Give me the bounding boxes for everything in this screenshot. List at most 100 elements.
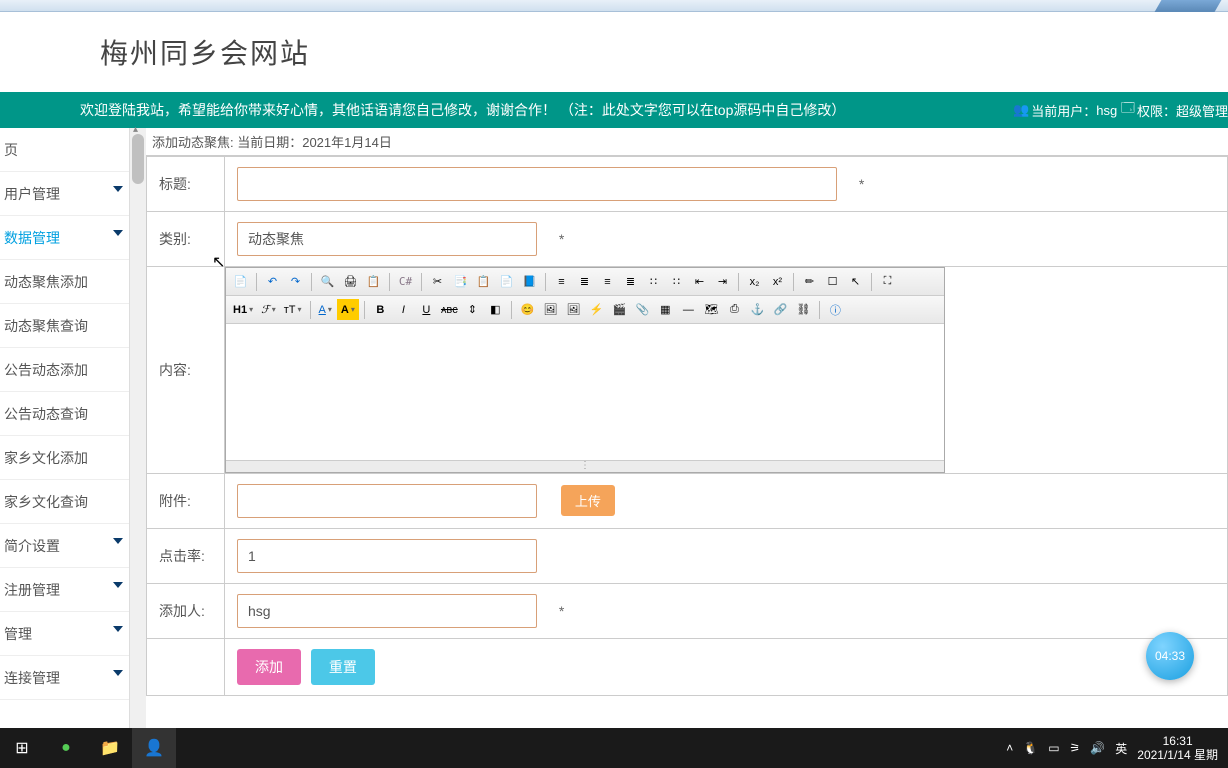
file-icon[interactable]: 📎 [632, 299, 653, 320]
window-titlebar [0, 0, 1228, 12]
taskbar[interactable]: ⊞ ● 📁 👤 ˄ 🐧 ▭ ⚞ 🔊 英 16:31 2021/1/14 星期 [0, 728, 1228, 768]
sidebar-item-0[interactable]: 页 [0, 128, 129, 172]
site-title: 梅州同乡会网站 [100, 32, 310, 72]
sidebar-item-2[interactable]: 数据管理 [0, 216, 129, 260]
sidebar-item-11[interactable]: 管理 [0, 612, 129, 656]
align-right-icon[interactable]: ≡ [597, 271, 618, 292]
editor-resize-handle[interactable]: ⋮ [226, 460, 944, 472]
list-ul-icon[interactable]: ∷ [666, 271, 687, 292]
print-icon[interactable]: 🖨 [340, 271, 361, 292]
code-icon[interactable]: C# [395, 271, 416, 292]
tray-wifi-icon[interactable]: ⚞ [1070, 741, 1081, 755]
multiimage-icon[interactable]: 🖼 [563, 299, 584, 320]
clearformat-icon[interactable]: ✏ [799, 271, 820, 292]
editor-toolbar-1: 📄 ↶ ↷ 🔍 🖨 📋 C# ✂ 📑 📋 📄 📘 [226, 268, 944, 296]
title-input[interactable] [237, 167, 837, 201]
fontfamily-select[interactable]: ℱ [258, 299, 279, 320]
cursor-icon[interactable]: ↖ [845, 271, 866, 292]
indent-icon[interactable]: ⇥ [712, 271, 733, 292]
forecolor-select[interactable]: A [316, 299, 335, 320]
start-button[interactable]: ⊞ [0, 728, 44, 768]
sidebar-item-9[interactable]: 简介设置 [0, 524, 129, 568]
preview-icon[interactable]: 🔍 [317, 271, 338, 292]
adder-input[interactable] [237, 594, 537, 628]
submit-button[interactable]: 添加 [237, 649, 301, 685]
editor-body[interactable] [226, 324, 944, 460]
task-app-icon[interactable]: 👤 [132, 728, 176, 768]
align-left-icon[interactable]: ≡ [551, 271, 572, 292]
redo-icon[interactable]: ↷ [285, 271, 306, 292]
source-icon[interactable]: 📄 [230, 271, 251, 292]
tray-chevron-icon[interactable]: ˄ [1006, 741, 1013, 755]
clicks-input[interactable] [237, 539, 537, 573]
hr-icon[interactable]: — [678, 299, 699, 320]
tray-qq-icon[interactable]: 🐧 [1023, 741, 1038, 755]
link-icon[interactable]: 🔗 [770, 299, 791, 320]
sidebar-item-4[interactable]: 动态聚焦查询 [0, 304, 129, 348]
taskbar-date: 2021/1/14 星期 [1137, 748, 1218, 762]
removeformat-icon[interactable]: ◧ [485, 299, 506, 320]
tray-battery-icon[interactable]: ▭ [1048, 741, 1059, 755]
task-explorer-icon[interactable]: 📁 [88, 728, 132, 768]
align-justify-icon[interactable]: ≣ [620, 271, 641, 292]
paste-text-icon[interactable]: 📄 [496, 271, 517, 292]
selectall-icon[interactable]: ☐ [822, 271, 843, 292]
attach-input[interactable] [237, 484, 537, 518]
tray-ime[interactable]: 英 [1115, 740, 1127, 757]
attach-label: 附件: [147, 474, 225, 529]
table-icon[interactable]: ▦ [655, 299, 676, 320]
copy-icon[interactable]: 📑 [450, 271, 471, 292]
adder-label: 添加人: [147, 584, 225, 639]
reset-button[interactable]: 重置 [311, 649, 375, 685]
sidebar-item-5[interactable]: 公告动态添加 [0, 348, 129, 392]
sidebar-item-10[interactable]: 注册管理 [0, 568, 129, 612]
image-icon[interactable]: 🖼 [540, 299, 561, 320]
superscript-icon[interactable]: x² [767, 271, 788, 292]
anchor-icon[interactable]: ⚓ [747, 299, 768, 320]
sidebar-item-1[interactable]: 用户管理 [0, 172, 129, 216]
unlink-icon[interactable]: ⛓ [793, 299, 814, 320]
sidebar-scrollbar[interactable] [130, 128, 146, 728]
backcolor-select[interactable]: A [337, 299, 359, 320]
media-icon[interactable]: 🎬 [609, 299, 630, 320]
user-name: hsg [1096, 103, 1117, 118]
paste-icon[interactable]: 📋 [473, 271, 494, 292]
category-required: * [559, 231, 564, 247]
task-browser-icon[interactable]: ● [44, 728, 88, 768]
tray-volume-icon[interactable]: 🔊 [1090, 741, 1105, 755]
floating-timer[interactable]: 04:33 [1146, 632, 1194, 680]
subscript-icon[interactable]: x₂ [744, 271, 765, 292]
clicks-label: 点击率: [147, 529, 225, 584]
category-input[interactable] [237, 222, 537, 256]
chevron-down-icon [113, 626, 123, 632]
map-icon[interactable]: 🗺 [701, 299, 722, 320]
outdent-icon[interactable]: ⇤ [689, 271, 710, 292]
emoji-icon[interactable]: 😊 [517, 299, 538, 320]
template-icon[interactable]: 📋 [363, 271, 384, 292]
sidebar-item-12[interactable]: 连接管理 [0, 656, 129, 700]
cut-icon[interactable]: ✂ [427, 271, 448, 292]
undo-icon[interactable]: ↶ [262, 271, 283, 292]
lineheight-icon[interactable]: ⇕ [462, 299, 483, 320]
sidebar-item-6[interactable]: 公告动态查询 [0, 392, 129, 436]
list-ol-icon[interactable]: ∷ [643, 271, 664, 292]
taskbar-time: 16:31 [1137, 734, 1218, 748]
fontsize-select[interactable]: ᴛT [281, 299, 305, 320]
pagebreak-icon[interactable]: ⎙ [724, 299, 745, 320]
bold-icon[interactable]: B [370, 299, 391, 320]
sidebar-item-7[interactable]: 家乡文化添加 [0, 436, 129, 480]
about-icon[interactable]: ⓘ [825, 299, 846, 320]
flash-icon[interactable]: ⚡ [586, 299, 607, 320]
paste-word-icon[interactable]: 📘 [519, 271, 540, 292]
align-center-icon[interactable]: ≣ [574, 271, 595, 292]
upload-button[interactable]: 上传 [561, 485, 615, 516]
sidebar-item-3[interactable]: 动态聚焦添加 [0, 260, 129, 304]
fullscreen-icon[interactable]: ⛶ [877, 271, 898, 292]
strike-icon[interactable]: ᴀʙᴄ [439, 299, 460, 320]
italic-icon[interactable]: I [393, 299, 414, 320]
sidebar-item-8[interactable]: 家乡文化查询 [0, 480, 129, 524]
taskbar-clock[interactable]: 16:31 2021/1/14 星期 [1137, 734, 1218, 763]
chevron-down-icon [113, 230, 123, 236]
underline-icon[interactable]: U [416, 299, 437, 320]
heading-select[interactable]: H1 [230, 299, 256, 320]
